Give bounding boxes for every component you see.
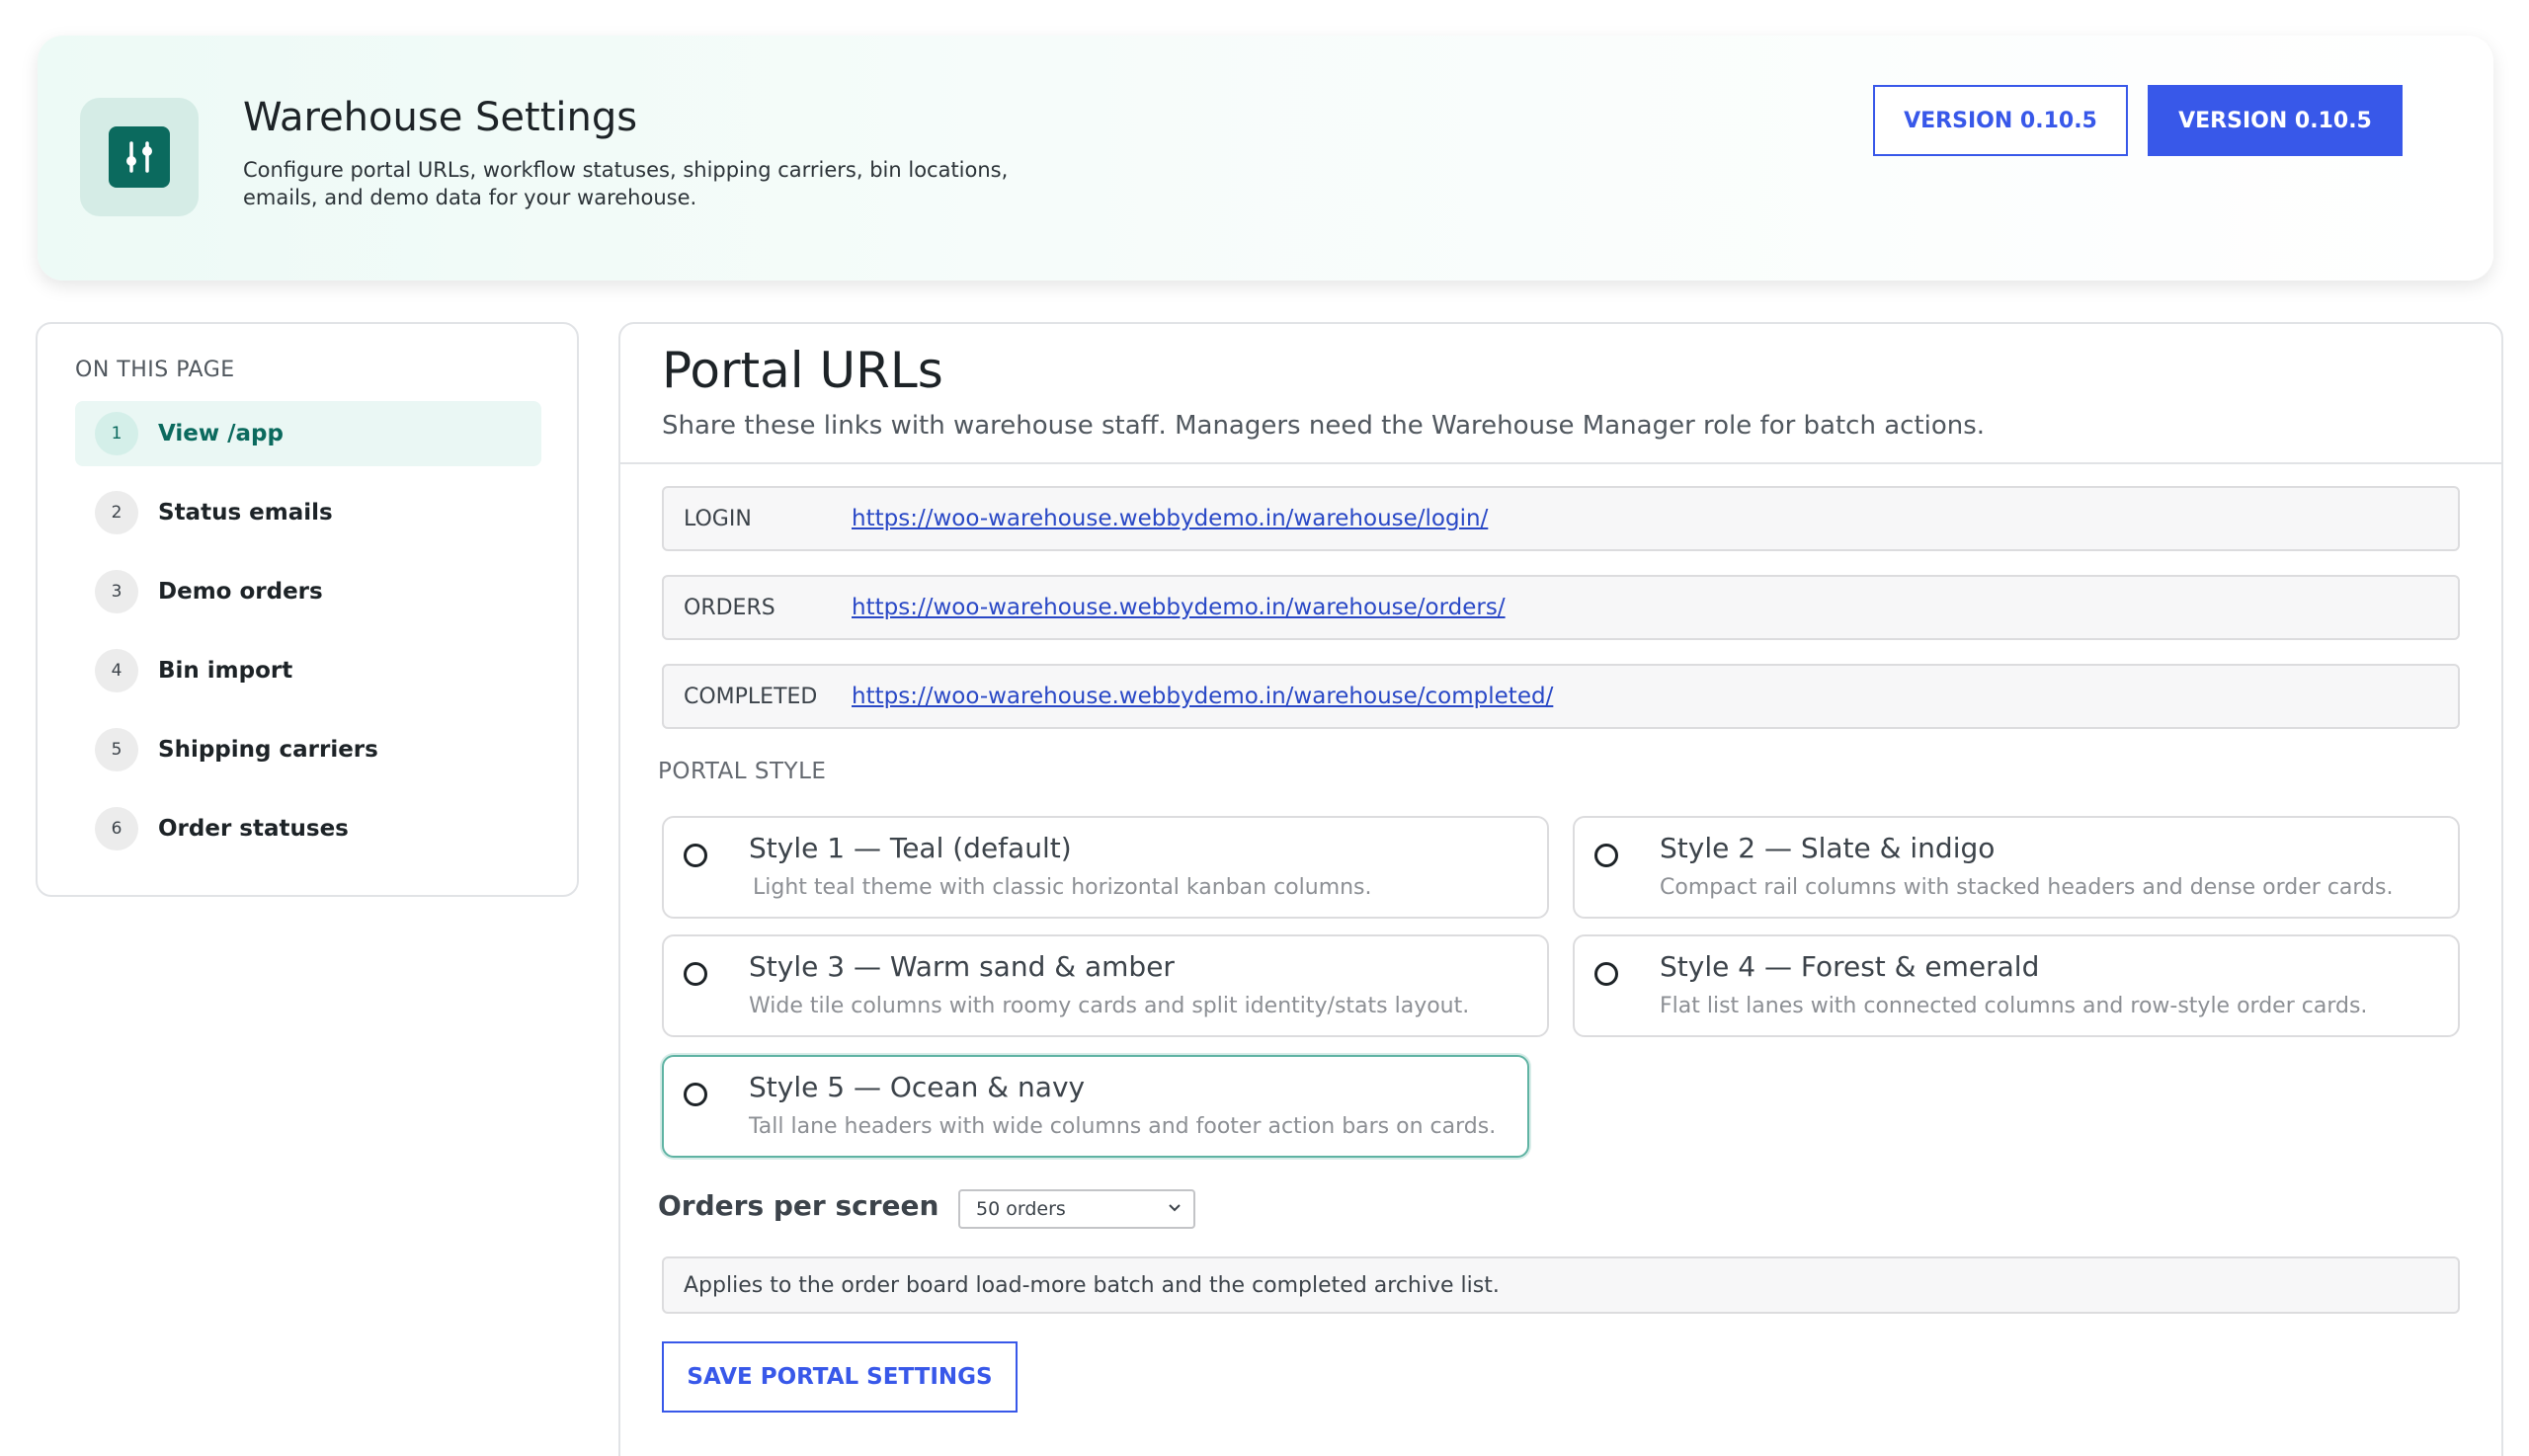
style-option-name: Style 2 — Slate & indigo bbox=[1660, 832, 1996, 864]
sidebar-item-shipping-carriers[interactable]: 5 Shipping carriers bbox=[75, 717, 541, 782]
sidebar-item-label: Order statuses bbox=[158, 816, 349, 842]
style-option-description: Tall lane headers with wide columns and … bbox=[749, 1114, 1497, 1139]
save-portal-settings-button[interactable]: SAVE PORTAL SETTINGS bbox=[662, 1341, 1018, 1413]
orders-per-screen-hint: Applies to the order board load-more bat… bbox=[662, 1256, 2460, 1314]
select-value: 50 orders bbox=[976, 1198, 1066, 1220]
style-option-4[interactable]: Style 4 — Forest & emerald Flat list lan… bbox=[1573, 934, 2460, 1037]
url-key-label: ORDERS bbox=[684, 595, 775, 620]
style-option-name: Style 4 — Forest & emerald bbox=[1660, 950, 2040, 983]
page-title: Warehouse Settings bbox=[243, 95, 638, 140]
sidebar-item-demo-orders[interactable]: 3 Demo orders bbox=[75, 559, 541, 624]
nav-number-badge: 1 bbox=[95, 412, 138, 455]
url-row-orders: ORDERS https://woo-warehouse.webbydemo.i… bbox=[662, 575, 2460, 640]
radio-button[interactable] bbox=[684, 962, 707, 986]
section-title: Portal URLs bbox=[662, 342, 943, 399]
chevron-down-icon bbox=[1168, 1201, 1182, 1217]
sidebar-item-label: Status emails bbox=[158, 500, 333, 526]
url-row-completed: COMPLETED https://woo-warehouse.webbydem… bbox=[662, 664, 2460, 729]
nav-number-badge: 5 bbox=[95, 728, 138, 771]
login-url-link[interactable]: https://woo-warehouse.webbydemo.in/wareh… bbox=[852, 506, 1488, 531]
nav-number-badge: 4 bbox=[95, 649, 138, 692]
sidebar-item-label: Demo orders bbox=[158, 579, 323, 605]
radio-button[interactable] bbox=[1594, 962, 1618, 986]
portal-urls-panel: Portal URLs Share these links with wareh… bbox=[618, 322, 2503, 1456]
section-subtitle: Share these links with warehouse staff. … bbox=[662, 411, 1986, 441]
divider bbox=[620, 462, 2501, 464]
orders-url-link[interactable]: https://woo-warehouse.webbydemo.in/wareh… bbox=[852, 595, 1506, 620]
on-this-page-sidebar: ON THIS PAGE 1 View /app 2 Status emails… bbox=[36, 322, 579, 897]
orders-per-screen-label: Orders per screen bbox=[658, 1189, 939, 1222]
completed-url-link[interactable]: https://woo-warehouse.webbydemo.in/wareh… bbox=[852, 684, 1553, 709]
style-option-name: Style 3 — Warm sand & amber bbox=[749, 950, 1175, 983]
sidebar-item-status-emails[interactable]: 2 Status emails bbox=[75, 480, 541, 545]
nav-number-badge: 2 bbox=[95, 491, 138, 534]
nav-number-badge: 6 bbox=[95, 807, 138, 850]
sidebar-item-label: Shipping carriers bbox=[158, 737, 378, 763]
portal-style-label: PORTAL STYLE bbox=[658, 759, 827, 784]
style-option-description: Light teal theme with classic horizontal… bbox=[753, 875, 1372, 900]
style-option-name: Style 1 — Teal (default) bbox=[749, 832, 1072, 864]
radio-button[interactable] bbox=[684, 844, 707, 867]
page-description: Configure portal URLs, workflow statuses… bbox=[243, 158, 1009, 209]
url-key-label: COMPLETED bbox=[684, 684, 818, 709]
sidebar-heading: ON THIS PAGE bbox=[75, 358, 235, 382]
radio-button[interactable] bbox=[684, 1083, 707, 1106]
url-row-login: LOGIN https://woo-warehouse.webbydemo.in… bbox=[662, 486, 2460, 551]
orders-per-screen-select[interactable]: 50 orders bbox=[958, 1189, 1195, 1229]
style-option-1[interactable]: Style 1 — Teal (default) Light teal them… bbox=[662, 816, 1549, 919]
sliders-icon bbox=[109, 126, 170, 188]
sidebar-item-label: Bin import bbox=[158, 658, 293, 684]
sidebar-item-label: View /app bbox=[158, 421, 284, 446]
header-card: Warehouse Settings Configure portal URLs… bbox=[38, 36, 2493, 281]
url-key-label: LOGIN bbox=[684, 506, 752, 531]
style-option-name: Style 5 — Ocean & navy bbox=[749, 1071, 1086, 1103]
radio-button[interactable] bbox=[1594, 844, 1618, 867]
nav-number-badge: 3 bbox=[95, 570, 138, 613]
style-option-description: Wide tile columns with roomy cards and s… bbox=[749, 994, 1470, 1018]
sidebar-item-order-statuses[interactable]: 6 Order statuses bbox=[75, 796, 541, 861]
style-option-description: Compact rail columns with stacked header… bbox=[1660, 875, 2394, 900]
version-outline-button[interactable]: VERSION 0.10.5 bbox=[1873, 85, 2128, 156]
sidebar-item-view-app[interactable]: 1 View /app bbox=[75, 401, 541, 466]
style-option-3[interactable]: Style 3 — Warm sand & amber Wide tile co… bbox=[662, 934, 1549, 1037]
settings-page: Warehouse Settings Configure portal URLs… bbox=[0, 0, 2529, 1456]
app-icon-tile bbox=[80, 98, 199, 216]
sidebar-item-bin-import[interactable]: 4 Bin import bbox=[75, 638, 541, 703]
style-option-description: Flat list lanes with connected columns a… bbox=[1660, 994, 2368, 1018]
version-solid-button[interactable]: VERSION 0.10.5 bbox=[2148, 85, 2403, 156]
style-option-2[interactable]: Style 2 — Slate & indigo Compact rail co… bbox=[1573, 816, 2460, 919]
style-option-5[interactable]: Style 5 — Ocean & navy Tall lane headers… bbox=[662, 1055, 1529, 1158]
